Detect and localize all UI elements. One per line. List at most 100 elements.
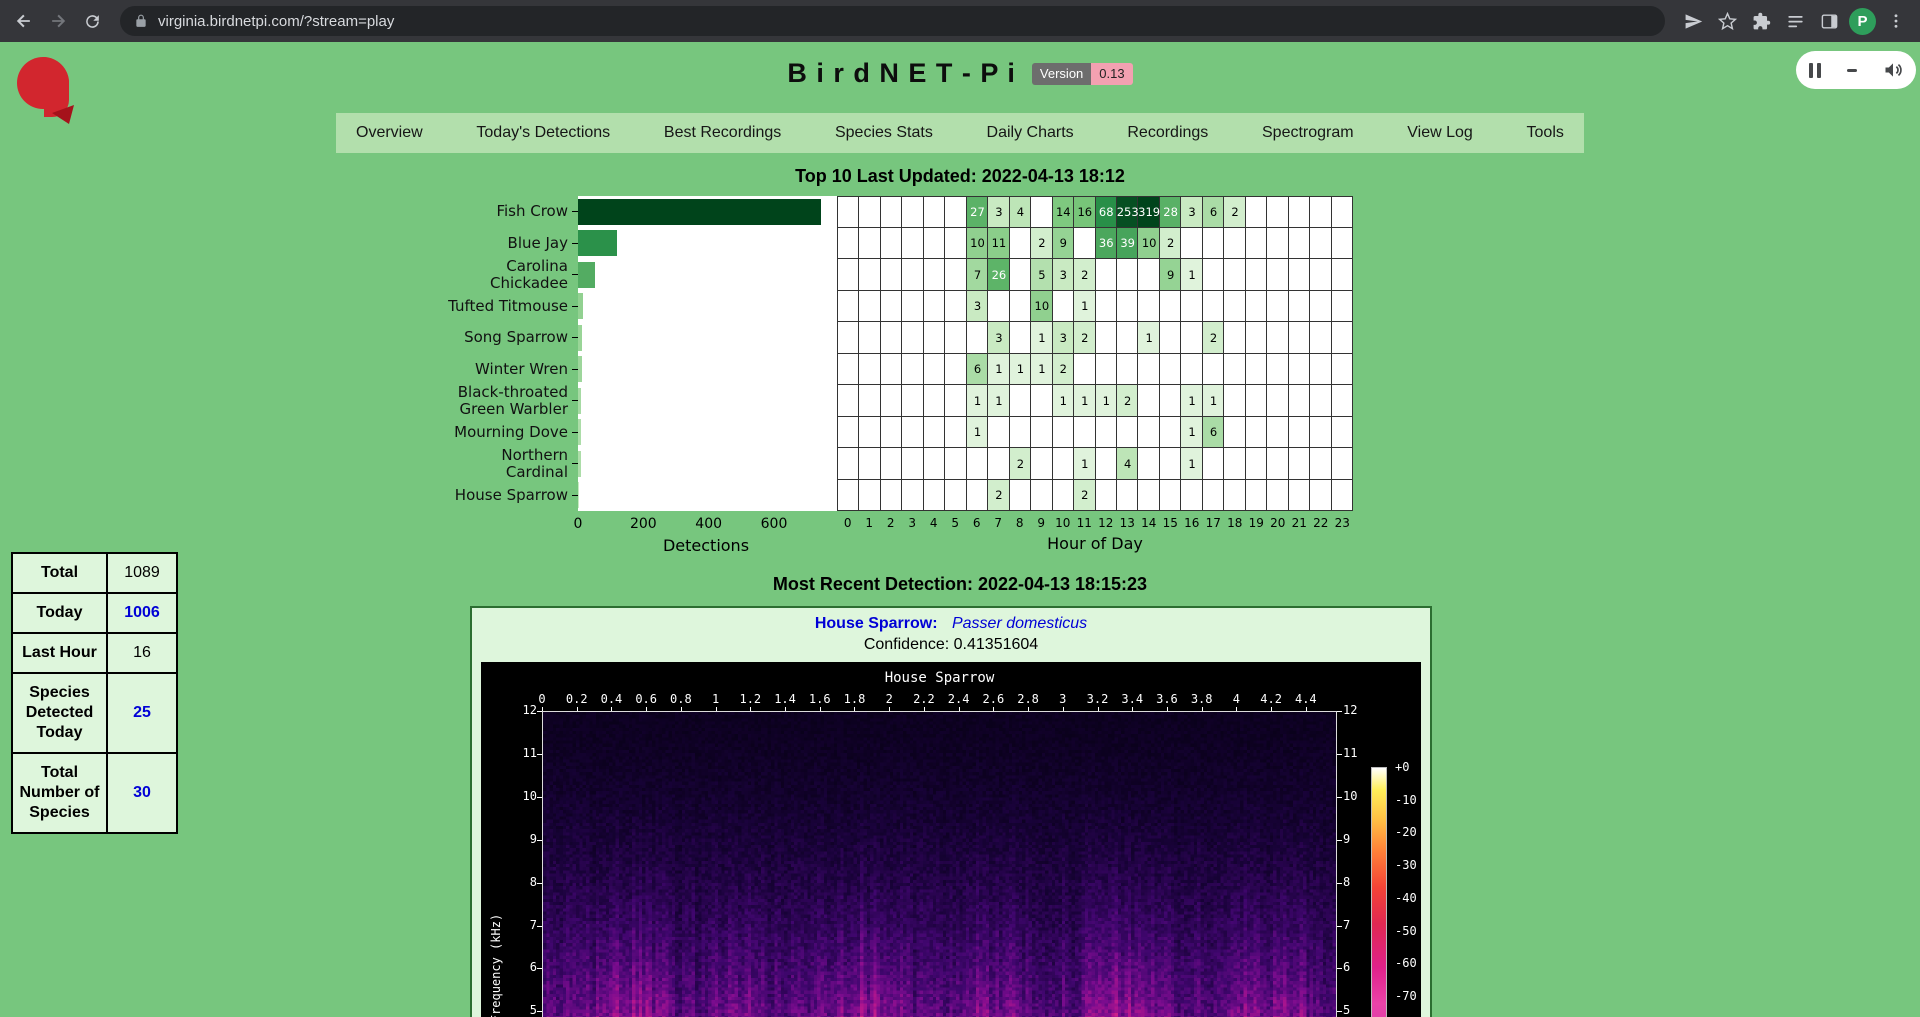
- spectrogram-x-tickmark: [1202, 707, 1203, 711]
- heatmap-cell: [1096, 322, 1117, 354]
- profile-avatar[interactable]: P: [1849, 8, 1876, 35]
- spectrogram-y-tickmark: [1337, 840, 1342, 841]
- heatmap-cell: [881, 197, 902, 228]
- nav-item-spectrogram[interactable]: Spectrogram: [1262, 124, 1354, 142]
- detection-title: House Sparrow: Passer domesticus: [472, 615, 1430, 633]
- stats-label: Last Hour: [12, 633, 107, 673]
- heatmap-cell: [1160, 417, 1181, 449]
- address-bar[interactable]: virginia.birdnetpi.com/?stream=play: [120, 6, 1665, 36]
- species-label: Carolina Chickadee: [436, 258, 568, 292]
- stats-value-link[interactable]: 1006: [124, 604, 160, 621]
- nav-item-best-recordings[interactable]: Best Recordings: [664, 124, 781, 142]
- heatmap-cell: [1267, 385, 1288, 417]
- spectrogram-x-tickmark: [542, 707, 543, 711]
- heatmap-cell: [881, 259, 902, 291]
- spectrogram-y-tickmark: [1337, 754, 1342, 755]
- spectrogram-y-tickmark: [1337, 797, 1342, 798]
- hour-axis-tick: 6: [966, 513, 988, 530]
- nav-item-daily-charts[interactable]: Daily Charts: [987, 124, 1074, 142]
- side-panel-icon[interactable]: [1815, 7, 1843, 35]
- extensions-icon[interactable]: [1747, 7, 1775, 35]
- nav-item-recordings[interactable]: Recordings: [1127, 124, 1208, 142]
- spectrogram-y-tick: 6: [513, 960, 537, 974]
- stats-value-link[interactable]: 25: [133, 704, 151, 721]
- heatmap-cell: [1246, 385, 1267, 417]
- heatmap-cell: [945, 448, 966, 480]
- spectrogram-image: [543, 712, 1336, 1017]
- nav-item-species-stats[interactable]: Species Stats: [835, 124, 933, 142]
- back-icon[interactable]: [10, 7, 38, 35]
- spectrogram-x-tickmark: [924, 707, 925, 711]
- detection-species-scientific: Passer domesticus: [952, 615, 1087, 632]
- player-timeline[interactable]: [1847, 69, 1857, 72]
- heatmap-cell: 2: [988, 480, 1009, 512]
- bookmark-star-icon[interactable]: [1713, 7, 1741, 35]
- heatmap-cell: [1160, 322, 1181, 354]
- spectrogram-y-axis-label: Frequency (kHz): [489, 914, 503, 1017]
- heatmap-cell: 10: [1138, 228, 1159, 260]
- hour-axis-tick: 17: [1203, 513, 1225, 530]
- heatmap-cell: [1160, 448, 1181, 480]
- hour-axis-tick: 15: [1160, 513, 1182, 530]
- stats-row: Species Detected Today25: [12, 673, 177, 753]
- hour-axis-tick: 9: [1031, 513, 1053, 530]
- nav-item-today-s-detections[interactable]: Today's Detections: [476, 124, 610, 142]
- spectrogram-panel: House Sparrow Frequency (kHz) 00.20.40.6…: [481, 662, 1421, 1017]
- figure-axes: Detections 0200400600 012345678910111213…: [436, 513, 1353, 563]
- heatmap-cell: [1010, 291, 1031, 323]
- heatmap-cell: 28: [1160, 197, 1181, 228]
- heatmap-cell: [1160, 291, 1181, 323]
- heatmap-cell: [1246, 354, 1267, 386]
- heatmap-cell: [1117, 291, 1138, 323]
- spectrogram-y-tick: 11: [513, 746, 537, 760]
- heatmap-cell: [1203, 480, 1224, 512]
- volume-icon[interactable]: [1883, 60, 1903, 80]
- heatmap-cell: [1010, 385, 1031, 417]
- site-info-lock-icon[interactable]: [134, 14, 148, 28]
- detections-bar: [578, 230, 617, 256]
- heatmap-cell: [881, 322, 902, 354]
- detections-bar: [578, 356, 582, 382]
- bar-axis-label: Detections: [578, 536, 834, 555]
- reload-icon[interactable]: [78, 7, 106, 35]
- detections-bar: [578, 293, 583, 319]
- heatmap-cell: [1310, 197, 1331, 228]
- profile-avatar-letter: P: [1857, 13, 1867, 30]
- pause-button[interactable]: [1809, 63, 1821, 78]
- heatmap-cell: [838, 448, 859, 480]
- heatmap-cell: [1138, 291, 1159, 323]
- heatmap-cell: [1224, 480, 1245, 512]
- menu-kebab-icon[interactable]: [1882, 7, 1910, 35]
- stats-value-link[interactable]: 30: [133, 784, 151, 801]
- heatmap-cell: 2: [1053, 354, 1074, 386]
- heatmap-cell: [859, 385, 880, 417]
- heatmap-cell: [1203, 259, 1224, 291]
- spectrogram-x-tickmark: [577, 707, 578, 711]
- heatmap-cell: 1: [1181, 259, 1202, 291]
- heatmap-cell: 3: [1053, 259, 1074, 291]
- nav-item-view-log[interactable]: View Log: [1407, 124, 1473, 142]
- heatmap-cell: [1138, 480, 1159, 512]
- send-icon[interactable]: [1679, 7, 1707, 35]
- heatmap-cell: [924, 354, 945, 386]
- spectrogram-y-tick: 8: [513, 875, 537, 889]
- reading-list-icon[interactable]: [1781, 7, 1809, 35]
- forward-icon[interactable]: [44, 7, 72, 35]
- heatmap-cell: 1: [1031, 354, 1052, 386]
- nav-item-overview[interactable]: Overview: [356, 124, 423, 142]
- heatmap-cell: [1267, 354, 1288, 386]
- heatmap-cell: [1310, 448, 1331, 480]
- heatmap-cell: [1289, 259, 1310, 291]
- heatmap-cell: 2: [1074, 322, 1095, 354]
- url-text: virginia.birdnetpi.com/?stream=play: [158, 13, 394, 30]
- heatmap-cell: [1138, 259, 1159, 291]
- heatmap-cell: 4: [1117, 448, 1138, 480]
- nav-item-tools[interactable]: Tools: [1527, 124, 1564, 142]
- heatmap-cell: [1289, 322, 1310, 354]
- heatmap-cell: [924, 197, 945, 228]
- heatmap-cell: 1: [1074, 385, 1095, 417]
- heatmap-cell: 2: [1203, 322, 1224, 354]
- detection-species-link[interactable]: House Sparrow:: [815, 615, 938, 632]
- heatmap-cell: [945, 322, 966, 354]
- heatmap-cell: 2: [1074, 259, 1095, 291]
